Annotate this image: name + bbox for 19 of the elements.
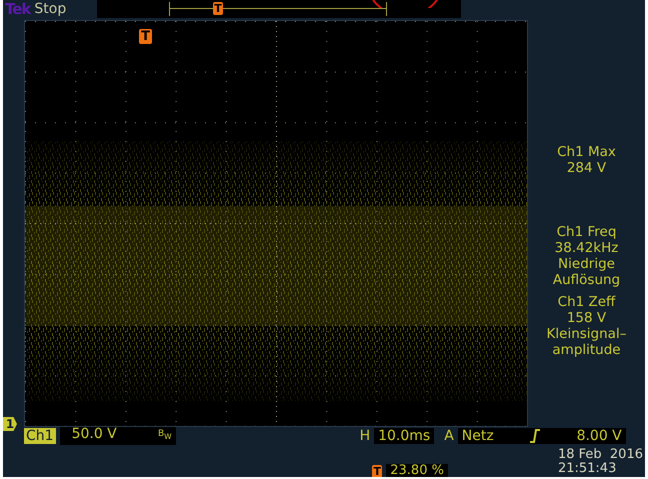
measurement-readout: Ch1 Zeff 158 V Kleinsignal– amplitude xyxy=(546,294,626,358)
measurement-readout: Ch1 Freq 38.42kHz Niedrige Auflösung xyxy=(552,224,620,288)
acquisition-status: Stop xyxy=(34,1,66,17)
trigger-label: A xyxy=(444,428,454,444)
vertical-scale-readout: 50.0 V B$_{W}$ xyxy=(60,426,176,445)
channel-label: Ch1 xyxy=(24,428,56,444)
trigger-position-readout: 23.80 % xyxy=(386,464,448,477)
time-text: 21:51:43 xyxy=(558,462,618,476)
date-text: 18 Feb 2016 xyxy=(558,448,643,462)
channel-marker: 1 xyxy=(3,417,17,431)
trigger-position-marker: T xyxy=(372,464,382,477)
measurement-readout: Ch1 Max 284 V xyxy=(557,144,616,176)
rising-edge-icon xyxy=(529,428,542,442)
horizontal-label: H xyxy=(360,428,370,444)
trigger-marker: T xyxy=(213,2,223,15)
trigger-readout: Netz 8.00 V xyxy=(458,428,626,444)
timebase-readout: 10.0ms xyxy=(374,428,434,444)
brand-logo: Tek xyxy=(5,0,30,18)
trigger-marker: T xyxy=(139,29,152,44)
